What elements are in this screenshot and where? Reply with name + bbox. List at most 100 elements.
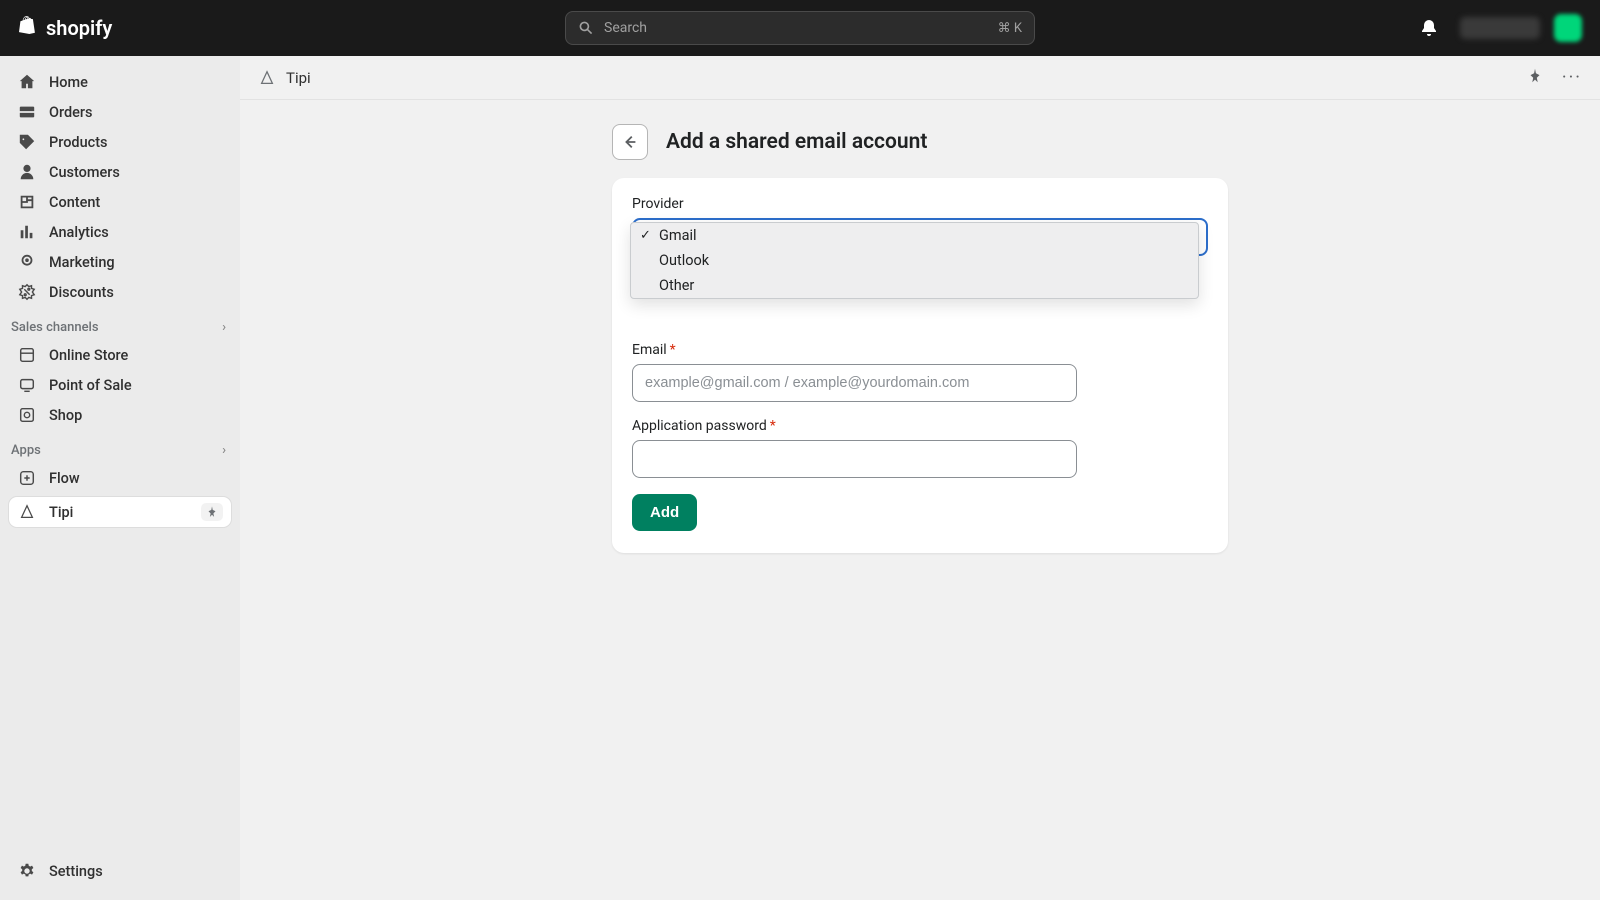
page-header: Add a shared email account — [612, 124, 1228, 160]
nav-customers[interactable]: Customers — [9, 157, 231, 187]
store-icon — [17, 346, 37, 364]
more-actions-button[interactable]: ··· — [1562, 67, 1582, 88]
nav-content[interactable]: Content — [9, 187, 231, 217]
field-provider: Provider Gmail Outlook — [632, 196, 1208, 256]
nav-online-store[interactable]: Online Store — [9, 340, 231, 370]
email-label-text: Email — [632, 342, 667, 358]
user-avatar[interactable] — [1554, 14, 1582, 42]
nav-home[interactable]: Home — [9, 67, 231, 97]
gear-icon — [17, 862, 37, 880]
notifications-button[interactable] — [1412, 11, 1446, 45]
analytics-icon — [17, 223, 37, 241]
brand-logo[interactable]: shopify — [18, 16, 112, 40]
checkmark-icon — [639, 228, 652, 243]
nav-analytics[interactable]: Analytics — [9, 217, 231, 247]
nav-discounts[interactable]: Discounts — [9, 277, 231, 307]
orders-icon — [17, 103, 37, 121]
global-search[interactable]: Search ⌘ K — [565, 11, 1035, 45]
nav-orders[interactable]: Orders — [9, 97, 231, 127]
topbar: shopify Search ⌘ K — [0, 0, 1600, 56]
page-title: Add a shared email account — [666, 130, 927, 154]
chevron-right-icon: › — [222, 320, 226, 335]
nav-label: Products — [49, 134, 108, 151]
email-input[interactable] — [632, 364, 1077, 402]
nav-products[interactable]: Products — [9, 127, 231, 157]
nav-app-tipi[interactable]: Tipi — [9, 497, 231, 527]
provider-label: Provider — [632, 196, 1208, 212]
required-indicator: * — [670, 342, 676, 358]
nav-label: Online Store — [49, 347, 128, 364]
brand-name: shopify — [46, 16, 112, 40]
nav-label: Customers — [49, 164, 120, 181]
context-app-name: Tipi — [286, 69, 311, 87]
section-header-sales[interactable]: Sales channels › — [9, 307, 231, 340]
discounts-icon — [17, 283, 37, 301]
pin-app-button[interactable] — [1526, 67, 1544, 88]
nav-label: Point of Sale — [49, 377, 132, 394]
bell-icon — [1419, 18, 1439, 38]
shop-icon — [17, 406, 37, 424]
customers-icon — [17, 163, 37, 181]
form-card: Provider Gmail Outlook — [612, 178, 1228, 553]
provider-option-gmail[interactable]: Gmail — [631, 223, 1198, 248]
tipi-icon — [17, 503, 37, 521]
option-label: Outlook — [659, 252, 709, 269]
search-placeholder: Search — [604, 20, 647, 36]
nav-label: Tipi — [49, 504, 73, 521]
page: Add a shared email account Provider Gmai… — [612, 124, 1228, 900]
add-button[interactable]: Add — [632, 494, 697, 531]
nav-label: Analytics — [49, 224, 109, 241]
password-label: Application password* — [632, 418, 1208, 434]
shell: Home Orders Products Customers Content A… — [0, 56, 1600, 900]
provider-option-outlook[interactable]: Outlook — [631, 248, 1198, 273]
nav-point-of-sale[interactable]: Point of Sale — [9, 370, 231, 400]
store-name-blurred — [1460, 17, 1540, 39]
password-input[interactable] — [632, 440, 1077, 478]
home-icon — [17, 73, 37, 91]
shopify-bag-icon — [18, 16, 40, 40]
field-password: Application password* — [632, 418, 1208, 478]
search-shortcut: ⌘ K — [998, 21, 1022, 36]
search-wrapper: Search ⌘ K — [565, 11, 1035, 45]
nav-shop[interactable]: Shop — [9, 400, 231, 430]
required-indicator: * — [770, 418, 776, 434]
sidebar: Home Orders Products Customers Content A… — [0, 56, 240, 900]
provider-dropdown: Gmail Outlook Other — [630, 222, 1199, 299]
nav-label: Content — [49, 194, 100, 211]
section-header-apps[interactable]: Apps › — [9, 430, 231, 463]
nav-label: Settings — [49, 863, 103, 880]
pin-icon[interactable] — [201, 503, 223, 521]
products-icon — [17, 133, 37, 151]
marketing-icon — [17, 253, 37, 271]
nav-label: Marketing — [49, 254, 115, 271]
option-label: Gmail — [659, 227, 697, 244]
section-head-label: Apps — [11, 443, 41, 458]
nav-label: Home — [49, 74, 88, 91]
email-label: Email* — [632, 342, 1208, 358]
context-app-icon — [258, 69, 276, 87]
nav-app-flow[interactable]: Flow — [9, 463, 231, 493]
content-icon — [17, 193, 37, 211]
main: Tipi ··· Add a shared email account Prov… — [240, 56, 1600, 900]
arrow-left-icon — [621, 133, 639, 151]
search-icon — [578, 20, 594, 36]
pos-icon — [17, 376, 37, 394]
provider-select[interactable]: Gmail Outlook Other — [632, 218, 1208, 256]
section-head-label: Sales channels — [11, 320, 99, 335]
password-label-text: Application password — [632, 418, 767, 434]
nav-marketing[interactable]: Marketing — [9, 247, 231, 277]
nav-label: Orders — [49, 104, 93, 121]
app-contextbar: Tipi ··· — [240, 56, 1600, 100]
chevron-right-icon: › — [222, 443, 226, 458]
nav-label: Shop — [49, 407, 82, 424]
provider-option-other[interactable]: Other — [631, 273, 1198, 298]
back-button[interactable] — [612, 124, 648, 160]
field-email: Email* — [632, 342, 1208, 402]
sidebar-bottom: Settings — [9, 856, 231, 900]
option-label: Other — [659, 277, 694, 294]
flow-icon — [17, 469, 37, 487]
nav-label: Flow — [49, 470, 80, 487]
nav-settings[interactable]: Settings — [9, 856, 231, 886]
topbar-right — [1412, 11, 1582, 45]
nav-label: Discounts — [49, 284, 114, 301]
